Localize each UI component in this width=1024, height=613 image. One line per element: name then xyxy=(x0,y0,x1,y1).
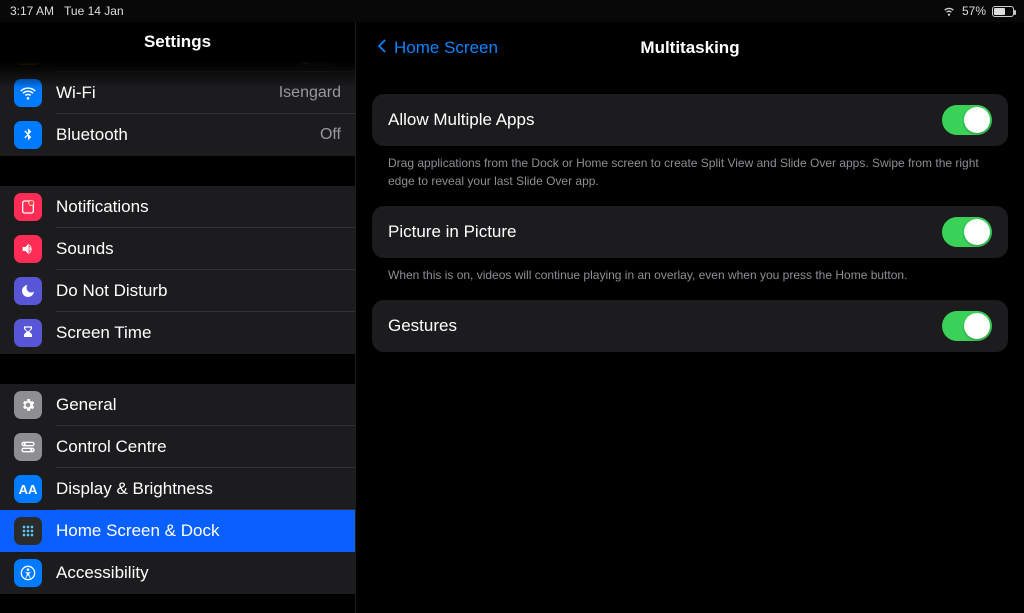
chevron-left-icon xyxy=(372,36,392,61)
battery-icon xyxy=(992,6,1014,17)
pip-toggle[interactable] xyxy=(942,217,992,247)
setting-card-gestures: Gestures xyxy=(372,300,1008,352)
airplane-icon xyxy=(14,62,42,65)
setting-row-gestures[interactable]: Gestures xyxy=(372,300,1008,352)
wifi-value: Isengard xyxy=(279,84,341,102)
sidebar-item-label: Wi-Fi xyxy=(56,83,271,103)
notifications-icon xyxy=(14,193,42,221)
status-bar: 3:17 AM Tue 14 Jan 57% xyxy=(0,0,1024,22)
hourglass-icon xyxy=(14,319,42,347)
toggles-icon xyxy=(14,433,42,461)
sidebar-item-label: Accessibility xyxy=(56,563,341,583)
setting-row-pip[interactable]: Picture in Picture xyxy=(372,206,1008,258)
sidebar-item-dnd[interactable]: Do Not Disturb xyxy=(0,270,355,312)
allow-apps-footnote: Drag applications from the Dock or Home … xyxy=(372,146,1008,190)
bluetooth-value: Off xyxy=(320,126,341,144)
sidebar-item-label: Notifications xyxy=(56,197,341,217)
accessibility-icon xyxy=(14,559,42,587)
gear-icon xyxy=(14,391,42,419)
sidebar-group-general: General Control Centre AA Display & Brig… xyxy=(0,384,355,594)
status-date: Tue 14 Jan xyxy=(64,4,124,18)
battery-pct: 57% xyxy=(962,4,986,18)
sidebar-group-connectivity: Airplane Mode Wi-Fi Isengard xyxy=(0,62,355,156)
sidebar-item-home-dock[interactable]: Home Screen & Dock xyxy=(0,510,355,552)
setting-card-allow-apps: Allow Multiple Apps xyxy=(372,94,1008,146)
setting-label: Allow Multiple Apps xyxy=(388,110,534,130)
setting-label: Picture in Picture xyxy=(388,222,517,242)
sidebar-item-notifications[interactable]: Notifications xyxy=(0,186,355,228)
sidebar-item-label: Display & Brightness xyxy=(56,479,341,499)
setting-label: Gestures xyxy=(388,316,457,336)
settings-sidebar: Settings Airplane Mode xyxy=(0,22,356,613)
back-label: Home Screen xyxy=(394,38,498,58)
setting-row-allow-apps[interactable]: Allow Multiple Apps xyxy=(372,94,1008,146)
sounds-icon xyxy=(14,235,42,263)
sidebar-item-wifi[interactable]: Wi-Fi Isengard xyxy=(0,72,355,114)
sidebar-item-label: Sounds xyxy=(56,239,341,259)
bluetooth-icon xyxy=(14,121,42,149)
allow-apps-toggle[interactable] xyxy=(942,105,992,135)
text-size-icon: AA xyxy=(14,475,42,503)
moon-icon xyxy=(14,277,42,305)
status-time: 3:17 AM xyxy=(10,4,54,18)
gestures-toggle[interactable] xyxy=(942,311,992,341)
airplane-toggle[interactable] xyxy=(291,62,341,66)
sidebar-item-screentime[interactable]: Screen Time xyxy=(0,312,355,354)
sidebar-item-sounds[interactable]: Sounds xyxy=(0,228,355,270)
back-button[interactable]: Home Screen xyxy=(372,36,498,61)
wifi-icon xyxy=(942,3,956,20)
sidebar-item-general[interactable]: General xyxy=(0,384,355,426)
sidebar-item-airplane[interactable]: Airplane Mode xyxy=(0,62,355,72)
sidebar-item-label: Screen Time xyxy=(56,323,341,343)
sidebar-item-accessibility[interactable]: Accessibility xyxy=(0,552,355,594)
sidebar-item-label: Do Not Disturb xyxy=(56,281,341,301)
detail-header: Home Screen Multitasking xyxy=(356,22,1024,74)
pip-footnote: When this is on, videos will continue pl… xyxy=(372,258,1008,284)
grid-icon xyxy=(14,517,42,545)
sidebar-item-label: Bluetooth xyxy=(56,125,312,145)
sidebar-item-control-centre[interactable]: Control Centre xyxy=(0,426,355,468)
detail-pane: Home Screen Multitasking Allow Multiple … xyxy=(356,22,1024,613)
sidebar-title: Settings xyxy=(0,22,355,62)
sidebar-item-label: Control Centre xyxy=(56,437,341,457)
sidebar-item-label: General xyxy=(56,395,341,415)
setting-card-pip: Picture in Picture xyxy=(372,206,1008,258)
sidebar-item-bluetooth[interactable]: Bluetooth Off xyxy=(0,114,355,156)
wifi-settings-icon xyxy=(14,79,42,107)
sidebar-item-display[interactable]: AA Display & Brightness xyxy=(0,468,355,510)
sidebar-group-notifications: Notifications Sounds Do xyxy=(0,186,355,354)
sidebar-item-label: Home Screen & Dock xyxy=(56,521,341,541)
